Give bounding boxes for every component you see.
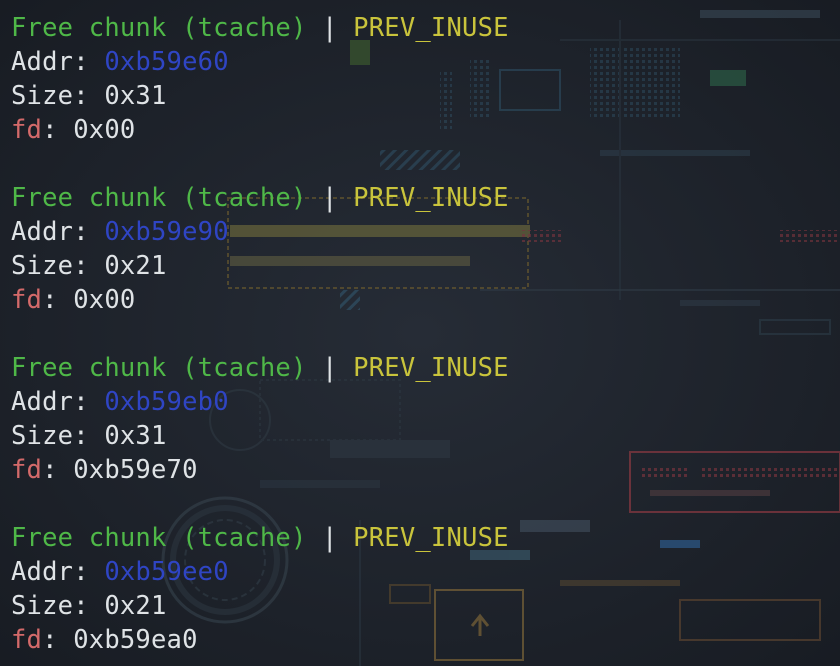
size-value: 0x31 (104, 81, 167, 111)
chunk-type-label: Free chunk (tcache) (11, 353, 307, 383)
fd-line: fd: 0xb59ea0 (11, 623, 840, 657)
chunk-type-label: Free chunk (tcache) (11, 13, 307, 43)
chunk-block: Free chunk (tcache) | PREV_INUSE Addr: 0… (11, 521, 840, 657)
size-line: Size: 0x21 (11, 249, 840, 283)
chunk-block: Free chunk (tcache) | PREV_INUSE Addr: 0… (11, 11, 840, 147)
size-line: Size: 0x31 (11, 79, 840, 113)
chunk-header: Free chunk (tcache) | PREV_INUSE (11, 11, 840, 45)
fd-separator: : (42, 115, 74, 145)
fd-separator: : (42, 625, 74, 655)
addr-label: Addr: (11, 387, 105, 417)
fd-separator: : (42, 455, 74, 485)
addr-line: Addr: 0xb59eb0 (11, 385, 840, 419)
addr-line: Addr: 0xb59ee0 (11, 555, 840, 589)
addr-label: Addr: (11, 557, 105, 587)
chunk-flag: PREV_INUSE (353, 13, 509, 43)
fd-label: fd (11, 455, 43, 485)
fd-label: fd (11, 625, 43, 655)
size-label: Size: (11, 81, 105, 111)
fd-label: fd (11, 115, 43, 145)
addr-label: Addr: (11, 217, 105, 247)
addr-value: 0xb59eb0 (104, 387, 229, 417)
chunk-flag: PREV_INUSE (353, 183, 509, 213)
fd-value: 0xb59ea0 (73, 625, 198, 655)
chunk-block: Free chunk (tcache) | PREV_INUSE Addr: 0… (11, 181, 840, 317)
chunk-type-label: Free chunk (tcache) (11, 183, 307, 213)
addr-value: 0xb59e60 (104, 47, 229, 77)
size-label: Size: (11, 421, 105, 451)
size-value: 0x21 (104, 251, 167, 281)
chunk-header: Free chunk (tcache) | PREV_INUSE (11, 521, 840, 555)
chunk-flag: PREV_INUSE (353, 353, 509, 383)
size-line: Size: 0x31 (11, 419, 840, 453)
separator: | (306, 13, 354, 43)
addr-line: Addr: 0xb59e90 (11, 215, 840, 249)
fd-line: fd: 0xb59e70 (11, 453, 840, 487)
addr-value: 0xb59e90 (104, 217, 229, 247)
chunk-block: Free chunk (tcache) | PREV_INUSE Addr: 0… (11, 351, 840, 487)
size-line: Size: 0x21 (11, 589, 840, 623)
chunk-flag: PREV_INUSE (353, 523, 509, 553)
fd-separator: : (42, 285, 74, 315)
fd-value: 0xb59e70 (73, 455, 198, 485)
fd-line: fd: 0x00 (11, 113, 840, 147)
addr-line: Addr: 0xb59e60 (11, 45, 840, 79)
size-label: Size: (11, 251, 105, 281)
fd-value: 0x00 (73, 115, 136, 145)
chunk-header: Free chunk (tcache) | PREV_INUSE (11, 181, 840, 215)
separator: | (306, 523, 354, 553)
chunk-type-label: Free chunk (tcache) (11, 523, 307, 553)
size-value: 0x31 (104, 421, 167, 451)
fd-value: 0x00 (73, 285, 136, 315)
terminal-output: Free chunk (tcache) | PREV_INUSE Addr: 0… (0, 0, 840, 657)
fd-label: fd (11, 285, 43, 315)
chunk-header: Free chunk (tcache) | PREV_INUSE (11, 351, 840, 385)
size-value: 0x21 (104, 591, 167, 621)
separator: | (306, 353, 354, 383)
addr-value: 0xb59ee0 (104, 557, 229, 587)
size-label: Size: (11, 591, 105, 621)
addr-label: Addr: (11, 47, 105, 77)
fd-line: fd: 0x00 (11, 283, 840, 317)
separator: | (306, 183, 354, 213)
